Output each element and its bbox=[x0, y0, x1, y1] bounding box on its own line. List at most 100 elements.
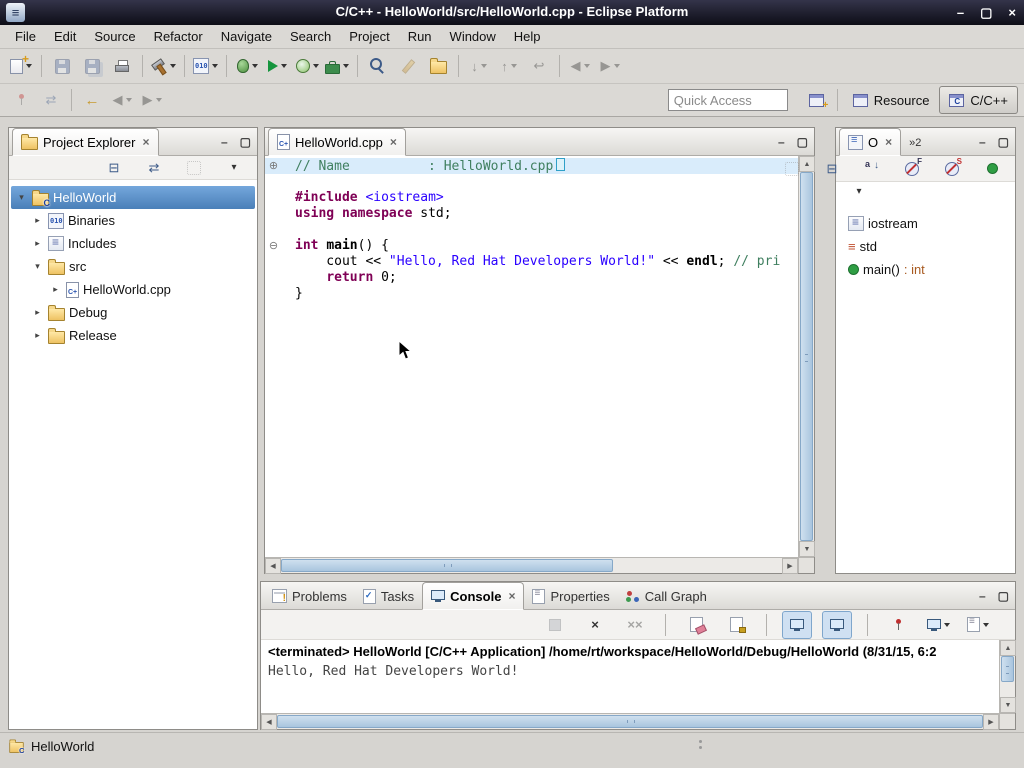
outline-item-iostream[interactable]: iostream bbox=[836, 212, 1015, 235]
tab-properties[interactable]: Properties bbox=[524, 583, 617, 609]
forward-button[interactable]: ▶ bbox=[137, 86, 167, 114]
tree-item-helloworld[interactable]: ▾ HelloWorld bbox=[11, 186, 255, 209]
maximize-view-button[interactable]: ▢ bbox=[998, 135, 1009, 149]
console-horizontal-scrollbar[interactable]: ◀ ▶ bbox=[261, 713, 999, 729]
tree-item-debug[interactable]: ▸ Debug bbox=[9, 301, 257, 324]
open-element-button[interactable] bbox=[423, 52, 453, 80]
debug-button[interactable] bbox=[232, 52, 262, 80]
focus-button[interactable] bbox=[777, 155, 807, 183]
menu-run[interactable]: Run bbox=[399, 26, 441, 47]
maximize-button[interactable]: ▢ bbox=[980, 5, 992, 21]
maximize-view-button[interactable]: ▢ bbox=[240, 135, 251, 149]
display-selected-console-button[interactable] bbox=[923, 611, 953, 639]
close-tab-icon[interactable]: × bbox=[885, 135, 892, 149]
scrollbar-thumb[interactable] bbox=[281, 559, 613, 572]
menu-window[interactable]: Window bbox=[441, 26, 505, 47]
tab-helloworld-cpp[interactable]: HelloWorld.cpp × bbox=[268, 128, 406, 156]
menu-navigate[interactable]: Navigate bbox=[212, 26, 281, 47]
prev-annotation-button[interactable]: ↑ bbox=[494, 52, 524, 80]
scroll-left-icon[interactable]: ◀ bbox=[261, 714, 277, 730]
menu-file[interactable]: File bbox=[6, 26, 45, 47]
code-editor[interactable]: ⊕ ⊖ // Name : HelloWorld.cpp #include <i… bbox=[265, 156, 798, 557]
remove-all-launches-button[interactable]: ×× bbox=[620, 611, 650, 639]
run-button[interactable] bbox=[262, 52, 292, 80]
titlebar[interactable]: ≡ C/C++ - HelloWorld/src/HelloWorld.cpp … bbox=[0, 0, 1024, 25]
back-button[interactable]: ◀ bbox=[107, 86, 137, 114]
view-menu-button[interactable]: ▾ bbox=[844, 177, 874, 205]
quick-access-input[interactable] bbox=[668, 89, 788, 111]
menu-edit[interactable]: Edit bbox=[45, 26, 85, 47]
minimize-view-button[interactable]: – bbox=[979, 589, 986, 603]
outline-item-main[interactable]: main() : int bbox=[836, 258, 1015, 281]
pin-console-button[interactable] bbox=[883, 611, 913, 639]
outline-item-std[interactable]: ≡ std bbox=[836, 235, 1015, 258]
view-menu-button[interactable]: ▾ bbox=[219, 154, 249, 182]
perspective-cpp-button[interactable]: C/C++ bbox=[939, 86, 1018, 114]
build-button[interactable] bbox=[148, 52, 179, 80]
tab-console[interactable]: Console × bbox=[422, 582, 524, 610]
fold-collapsed-icon[interactable]: ⊕ bbox=[267, 159, 280, 172]
sash-grip[interactable] bbox=[698, 740, 702, 754]
folded-region-box[interactable] bbox=[556, 158, 565, 171]
expander-icon[interactable]: ▸ bbox=[31, 215, 44, 226]
mark-occurrences-button[interactable] bbox=[393, 52, 423, 80]
save-all-button[interactable] bbox=[77, 52, 107, 80]
next-annotation-button[interactable]: ↓ bbox=[464, 52, 494, 80]
tab-call-graph[interactable]: Call Graph bbox=[618, 583, 715, 609]
tree-item-release[interactable]: ▸ Release bbox=[9, 324, 257, 347]
last-edit-location-button[interactable]: ↩ bbox=[524, 52, 554, 80]
scrollbar-thumb[interactable] bbox=[1001, 656, 1014, 682]
tree-item-binaries[interactable]: ▸ Binaries bbox=[9, 209, 257, 232]
console-vertical-scrollbar[interactable]: ▲ ▼ bbox=[999, 640, 1015, 713]
open-perspective-button[interactable] bbox=[802, 86, 832, 114]
editor-horizontal-scrollbar[interactable]: ◀ ▶ bbox=[265, 557, 798, 573]
show-on-stderr-button[interactable] bbox=[822, 611, 852, 639]
expander-icon[interactable]: ▾ bbox=[15, 192, 28, 203]
close-tab-icon[interactable]: × bbox=[390, 135, 397, 149]
scroll-down-icon[interactable]: ▼ bbox=[799, 541, 815, 557]
tab-tasks[interactable]: Tasks bbox=[355, 583, 422, 609]
scroll-down-icon[interactable]: ▼ bbox=[1000, 697, 1016, 713]
new-wizard-button[interactable] bbox=[6, 52, 36, 80]
link-with-editor-button[interactable]: ⇄ bbox=[36, 86, 66, 114]
tab-outline[interactable]: O × bbox=[839, 128, 901, 156]
menu-refactor[interactable]: Refactor bbox=[145, 26, 212, 47]
make-targets-button[interactable] bbox=[190, 52, 221, 80]
hide-static-button[interactable] bbox=[937, 155, 967, 183]
scrollbar-thumb[interactable] bbox=[277, 715, 983, 728]
expander-icon[interactable]: ▸ bbox=[31, 238, 44, 249]
open-console-button[interactable] bbox=[963, 611, 993, 639]
tree-item-helloworld-cpp[interactable]: ▸ HelloWorld.cpp bbox=[9, 278, 257, 301]
pin-editor-button[interactable] bbox=[6, 86, 36, 114]
scroll-lock-button[interactable] bbox=[721, 611, 751, 639]
tab-problems[interactable]: Problems bbox=[264, 583, 355, 609]
scroll-right-icon[interactable]: ▶ bbox=[983, 714, 999, 730]
perspective-resource-button[interactable]: Resource bbox=[843, 86, 940, 114]
close-tab-icon[interactable]: × bbox=[508, 589, 515, 603]
tree-item-includes[interactable]: ▸ Includes bbox=[9, 232, 257, 255]
scroll-up-icon[interactable]: ▲ bbox=[1000, 640, 1016, 656]
menu-search[interactable]: Search bbox=[281, 26, 340, 47]
minimize-view-button[interactable]: – bbox=[221, 135, 228, 149]
expander-icon[interactable]: ▸ bbox=[49, 284, 62, 295]
terminate-button[interactable] bbox=[540, 611, 570, 639]
fold-expanded-icon[interactable]: ⊖ bbox=[267, 239, 280, 252]
back-history-button[interactable]: ◀ bbox=[565, 52, 595, 80]
expander-icon[interactable]: ▾ bbox=[31, 261, 44, 272]
external-tools-button[interactable] bbox=[322, 52, 352, 80]
expander-icon[interactable]: ▸ bbox=[31, 330, 44, 341]
collapse-all-button[interactable]: ⊟ bbox=[99, 154, 129, 182]
minimize-button[interactable]: – bbox=[957, 5, 964, 20]
scrollbar-thumb[interactable] bbox=[800, 172, 813, 541]
print-button[interactable] bbox=[107, 52, 137, 80]
maximize-view-button[interactable]: ▢ bbox=[998, 589, 1009, 603]
minimize-view-button[interactable]: – bbox=[979, 135, 986, 149]
last-edit-location-button-2[interactable]: ← bbox=[77, 86, 107, 114]
scroll-right-icon[interactable]: ▶ bbox=[782, 558, 798, 574]
remove-launch-button[interactable]: × bbox=[580, 611, 610, 639]
more-views-chevron[interactable]: »2 bbox=[909, 137, 921, 149]
console-output[interactable]: Hello, Red Hat Developers World! bbox=[268, 664, 518, 679]
close-button[interactable]: × bbox=[1008, 5, 1016, 20]
collapse-all-button[interactable]: ⊟ bbox=[817, 155, 847, 183]
menu-project[interactable]: Project bbox=[340, 26, 398, 47]
